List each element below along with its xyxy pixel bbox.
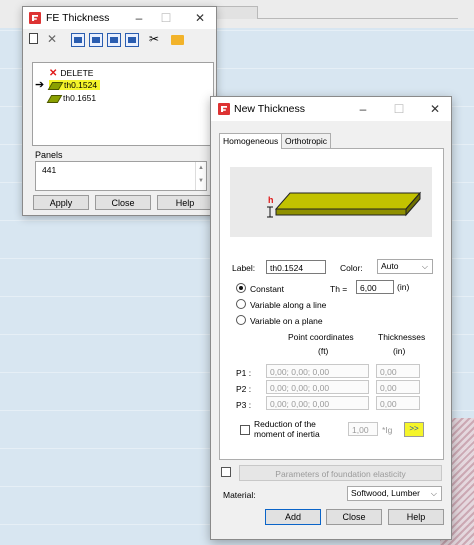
point-coords-header: Point coordinates <box>288 332 354 342</box>
panels-value: 441 <box>42 165 57 175</box>
app-icon <box>218 103 230 115</box>
new-thickness-dialog: New Thickness – ☐ ✕ Homogeneous Orthotro… <box>210 96 452 540</box>
close-button[interactable]: Close <box>326 509 382 525</box>
foundation-elasticity-button: Parameters of foundation elasticity <box>239 465 442 481</box>
constant-radio[interactable] <box>236 283 246 293</box>
fe-thickness-dialog: FE Thickness – ☐ ✕ ✕ ✂ ✕ DELETE ➔ th0.152… <box>22 6 217 216</box>
chevron-down-icon: ⌵ <box>421 262 428 271</box>
list-item-th0-1651[interactable]: th0.1651 <box>46 92 97 104</box>
list-item-th0-1524[interactable]: ➔ th0.1524 <box>35 79 101 91</box>
dimension-h-label: h <box>268 195 274 205</box>
p1-coords-input: 0,00; 0,00; 0,00 <box>266 364 369 378</box>
p2-label: P2 : <box>236 384 252 394</box>
current-arrow-icon: ➔ <box>35 79 45 91</box>
variable-plane-radio[interactable] <box>236 315 246 325</box>
tab-homogeneous[interactable]: Homogeneous <box>219 133 283 149</box>
dialog-title: New Thickness <box>234 103 305 115</box>
reduction-checkbox[interactable] <box>240 425 250 435</box>
variable-plane-label: Variable on a plane <box>250 316 323 326</box>
p3-coords-input: 0,00; 0,00; 0,00 <box>266 396 369 410</box>
list-item-delete[interactable]: ✕ DELETE <box>49 67 93 79</box>
plate-icon <box>46 94 63 103</box>
scrollbar[interactable]: ▲ ▼ <box>195 162 206 190</box>
title-bar[interactable]: FE Thickness – ☐ ✕ <box>23 7 216 29</box>
p1-thickness-input: 0,00 <box>376 364 420 378</box>
p2-coords-input: 0,00; 0,00; 0,00 <box>266 380 369 394</box>
dialog-title: FE Thickness <box>46 12 110 24</box>
material-caption: Material: <box>223 490 256 500</box>
table-icon[interactable] <box>107 33 121 47</box>
th-unit: (in) <box>397 282 410 292</box>
close-icon[interactable]: ✕ <box>188 9 212 27</box>
tab-orthotropic[interactable]: Orthotropic <box>281 133 332 149</box>
delete-icon[interactable]: ✕ <box>47 33 61 47</box>
color-value: Auto <box>381 261 399 271</box>
variable-line-label: Variable along a line <box>250 300 327 310</box>
apply-button[interactable]: Apply <box>33 195 89 210</box>
maximize-button: ☐ <box>160 11 172 25</box>
folder-icon[interactable] <box>171 35 184 45</box>
list-item-label: th0.1524 <box>64 80 98 90</box>
label-input[interactable]: th0.1524 <box>266 260 326 274</box>
tab-strip <box>258 6 458 19</box>
color-caption: Color: <box>340 263 363 273</box>
help-button[interactable]: Help <box>157 195 213 210</box>
p3-thickness-input: 0,00 <box>376 396 420 410</box>
list-item-label: DELETE <box>60 68 94 78</box>
panels-label: Panels <box>35 150 63 160</box>
document-tab[interactable] <box>210 6 258 19</box>
homogeneous-panel: h Label: th0.1524 Color: Auto ⌵ Constant… <box>219 148 444 460</box>
reduction-unit: *Ig <box>382 425 393 435</box>
scissors-icon[interactable]: ✂ <box>149 33 163 47</box>
label-caption: Label: <box>232 263 256 273</box>
minimize-button[interactable]: – <box>127 9 151 27</box>
variable-line-radio[interactable] <box>236 299 246 309</box>
minimize-button[interactable]: – <box>351 100 375 118</box>
display-icon[interactable] <box>89 33 103 47</box>
title-bar[interactable]: New Thickness – ☐ ✕ <box>211 97 451 121</box>
foundation-checkbox[interactable] <box>221 467 231 477</box>
new-file-icon[interactable] <box>29 33 38 44</box>
material-select[interactable]: Softwood, Lumber ⌵ <box>347 486 442 501</box>
more-button[interactable]: >> <box>404 422 424 437</box>
panels-field[interactable]: 441 ▲ ▼ <box>35 161 207 191</box>
plate-icon <box>47 81 64 90</box>
open-list-icon[interactable] <box>71 33 85 47</box>
reduction-label-line2: moment of inertia <box>254 429 320 439</box>
thickness-input[interactable]: 6,00 <box>356 280 394 294</box>
add-button[interactable]: Add <box>265 509 321 525</box>
reduction-label-line1: Reduction of the <box>254 419 316 429</box>
constant-label: Constant <box>250 284 285 294</box>
delete-x-icon: ✕ <box>49 68 58 79</box>
p2-thickness-input: 0,00 <box>376 380 420 394</box>
thickness-preview: h <box>230 167 432 237</box>
maximize-button: ☐ <box>393 102 405 116</box>
properties-icon[interactable] <box>125 33 139 47</box>
thicknesses-header: Thicknesses <box>378 332 426 342</box>
chevron-down-icon: ⌵ <box>430 489 437 498</box>
plate-illustration: h <box>267 191 422 218</box>
close-button[interactable]: Close <box>95 195 151 210</box>
help-button[interactable]: Help <box>388 509 444 525</box>
th-caption: Th = <box>330 284 348 294</box>
close-icon[interactable]: ✕ <box>423 100 447 118</box>
thicknesses-unit: (in) <box>393 346 406 356</box>
material-value: Softwood, Lumber <box>351 488 420 498</box>
p3-label: P3 : <box>236 400 252 410</box>
p1-label: P1 : <box>236 368 252 378</box>
reduction-input: 1,00 <box>348 422 378 436</box>
color-select[interactable]: Auto ⌵ <box>377 259 433 274</box>
list-item-label: th0.1651 <box>63 93 97 103</box>
point-coords-unit: (ft) <box>318 346 329 356</box>
app-icon <box>29 12 41 24</box>
thickness-list[interactable]: ✕ DELETE ➔ th0.1524 th0.1651 <box>32 62 214 146</box>
